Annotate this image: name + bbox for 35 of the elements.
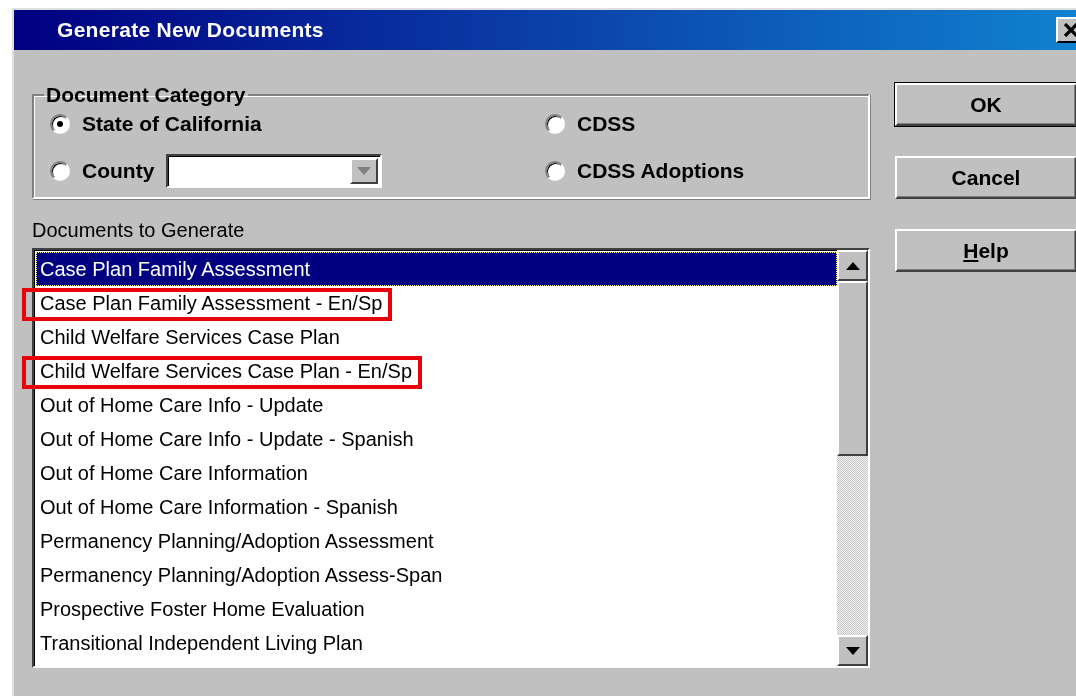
list-item[interactable]: Child Welfare Services Case Plan - En/Sp <box>36 354 837 388</box>
list-item[interactable]: Out of Home Care Info - Update <box>36 388 837 422</box>
radio-label: State of California <box>82 111 262 136</box>
close-icon <box>1063 23 1076 37</box>
dialog-button[interactable]: Help <box>895 229 1076 272</box>
list-item[interactable]: Case Plan Family Assessment - En/Sp <box>36 286 837 320</box>
list-item[interactable]: Out of Home Care Information - Spanish <box>36 490 837 524</box>
radio-label: CDSS <box>577 111 636 136</box>
list-item[interactable]: Transitional Independent Living Plan <box>36 626 837 660</box>
radio-button[interactable] <box>545 160 565 181</box>
radio-button[interactable] <box>545 113 565 134</box>
list-item[interactable]: Prospective Foster Home Evaluation <box>36 592 837 626</box>
radio-label: County <box>82 158 155 183</box>
list-item[interactable]: Permanency Planning/Adoption Assessment <box>36 524 837 558</box>
scroll-up-button[interactable] <box>837 250 868 281</box>
list-item[interactable]: Case Plan Family Assessment <box>36 252 837 286</box>
county-dropdown[interactable] <box>166 153 383 188</box>
list-item[interactable]: Child Welfare Services Case Plan <box>36 320 837 354</box>
window-title: Generate New Documents <box>57 18 324 42</box>
group-title: Document Category <box>45 83 247 107</box>
scroll-down-button[interactable] <box>837 635 868 666</box>
list-item[interactable]: Permanency Planning/Adoption Assess-Span <box>36 558 837 592</box>
caret-icon <box>357 166 372 175</box>
list-label: Documents to Generate <box>32 219 246 242</box>
radio-button[interactable] <box>50 113 70 134</box>
radio-label: CDSS Adoptions <box>577 158 745 183</box>
radio-button[interactable] <box>50 160 70 181</box>
list-item[interactable]: Out of Home Care Information <box>36 456 837 490</box>
dropdown-button[interactable] <box>350 157 379 184</box>
scroll-thumb[interactable] <box>837 281 868 456</box>
list-item[interactable]: Out of Home Care Info - Update - Spanish <box>36 422 837 456</box>
dialog-button[interactable]: OK <box>895 83 1076 126</box>
dialog-button[interactable]: Cancel <box>895 156 1076 199</box>
up-arrow-icon <box>845 261 860 270</box>
down-arrow-icon <box>845 646 860 655</box>
